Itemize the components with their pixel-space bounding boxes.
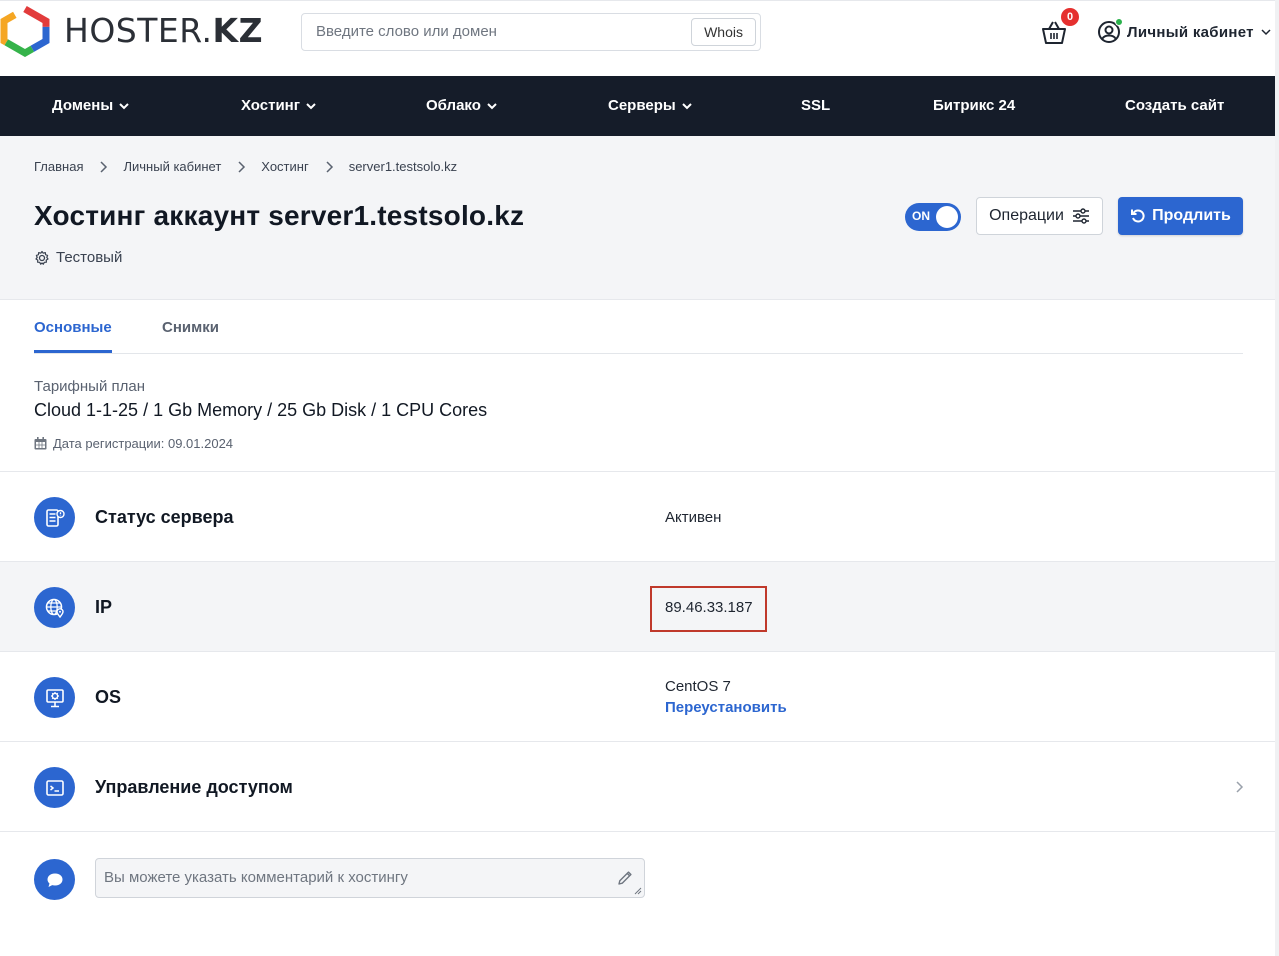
nav-bitrix24[interactable]: Битрикс 24: [933, 76, 1015, 136]
access-management-label: Управление доступом: [95, 777, 293, 797]
ip-value: 89.46.33.187: [665, 599, 753, 616]
tab-snapshots[interactable]: Снимки: [162, 319, 219, 336]
account-menu[interactable]: Личный кабинет: [1097, 18, 1272, 44]
test-tag: Тестовый: [34, 249, 122, 266]
nav-ssl[interactable]: SSL: [801, 76, 830, 136]
toggle-knob: [936, 206, 958, 228]
breadcrumb-account[interactable]: Личный кабинет: [123, 159, 221, 174]
server-status-label: Статус сервера: [95, 507, 234, 527]
os-row: OS CentOS 7 Переустановить: [0, 652, 1279, 742]
page-scrollbar[interactable]: [1275, 0, 1279, 956]
nav-domains[interactable]: Домены: [52, 76, 130, 136]
globe-location-icon: [34, 587, 75, 628]
chevron-right-icon: [238, 160, 246, 173]
chevron-down-icon: [1261, 29, 1271, 36]
page-header: Главная Личный кабинет Хостинг server1.t…: [0, 136, 1279, 300]
divider: [0, 831, 1279, 832]
server-status-value: Активен: [665, 509, 722, 526]
reinstall-link[interactable]: Переустановить: [665, 699, 787, 716]
nav-hosting[interactable]: Хостинг: [241, 76, 317, 136]
search-bar: Whois: [301, 13, 761, 51]
terminal-icon: [34, 767, 75, 808]
sliders-icon: [1072, 208, 1089, 224]
refresh-icon: [1131, 209, 1145, 223]
tab-main[interactable]: Основные: [34, 319, 112, 336]
user-icon: [1097, 18, 1123, 44]
logo-text: HOSTER.KZ: [64, 10, 263, 50]
chevron-down-icon: [306, 103, 316, 110]
top-header: HOSTER.KZ Whois 0 Личный кабинет: [0, 0, 1279, 76]
toggle-label: ON: [912, 209, 930, 223]
online-status-dot: [1115, 18, 1123, 26]
account-label: Личный кабинет: [1127, 23, 1254, 41]
os-label: OS: [95, 687, 122, 707]
chevron-right-icon: [100, 160, 108, 173]
plan-label: Тарифный план: [34, 378, 146, 395]
monitor-gear-icon: [34, 677, 75, 718]
registration-date: Дата регистрации: 09.01.2024: [34, 436, 233, 451]
pencil-icon[interactable]: [616, 869, 634, 887]
breadcrumb-home[interactable]: Главная: [34, 159, 83, 174]
chat-bubble-icon: [34, 859, 75, 900]
main-nav: Домены Хостинг Облако Серверы SSL Битрик…: [0, 76, 1279, 136]
active-tab-indicator: [34, 350, 112, 353]
resize-grip-icon[interactable]: [634, 887, 642, 895]
ip-row: IP 89.46.33.187: [0, 562, 1279, 652]
breadcrumb: Главная Личный кабинет Хостинг server1.t…: [34, 159, 457, 174]
search-input[interactable]: [316, 23, 676, 40]
comment-field-wrapper: [95, 858, 645, 898]
chevron-right-icon[interactable]: [1234, 781, 1244, 793]
renew-button[interactable]: Продлить: [1118, 197, 1243, 235]
cart-count-badge: 0: [1061, 8, 1079, 26]
os-value: CentOS 7: [665, 678, 731, 695]
server-status-icon: [34, 497, 75, 538]
site-logo[interactable]: HOSTER.KZ: [0, 5, 263, 57]
chevron-right-icon: [326, 160, 333, 173]
logo-mark-icon: [0, 5, 50, 57]
gear-icon: [35, 250, 49, 265]
breadcrumb-hosting[interactable]: Хостинг: [261, 159, 308, 174]
ip-label: IP: [95, 597, 113, 617]
access-management-row[interactable]: Управление доступом: [0, 742, 1279, 832]
plan-value: Cloud 1-1-25 / 1 Gb Memory / 25 Gb Disk …: [34, 400, 488, 420]
operations-button[interactable]: Операции: [976, 197, 1103, 235]
nav-cloud[interactable]: Облако: [426, 76, 498, 136]
whois-button[interactable]: Whois: [691, 18, 756, 46]
server-status-row: Статус сервера Активен: [0, 472, 1279, 562]
comment-textarea[interactable]: [104, 869, 604, 891]
chevron-down-icon: [487, 103, 497, 110]
chevron-down-icon: [119, 103, 129, 110]
nav-create-site[interactable]: Создать сайт: [1125, 76, 1224, 136]
breadcrumb-current: server1.testsolo.kz: [348, 159, 458, 174]
tab-bar: Основные Снимки: [34, 300, 1243, 354]
calendar-icon: [34, 437, 47, 450]
chevron-down-icon: [681, 103, 692, 110]
nav-servers[interactable]: Серверы: [608, 76, 693, 136]
page-title: Хостинг аккаунт server1.testsolo.kz: [34, 200, 525, 231]
on-off-toggle[interactable]: ON: [905, 203, 961, 231]
